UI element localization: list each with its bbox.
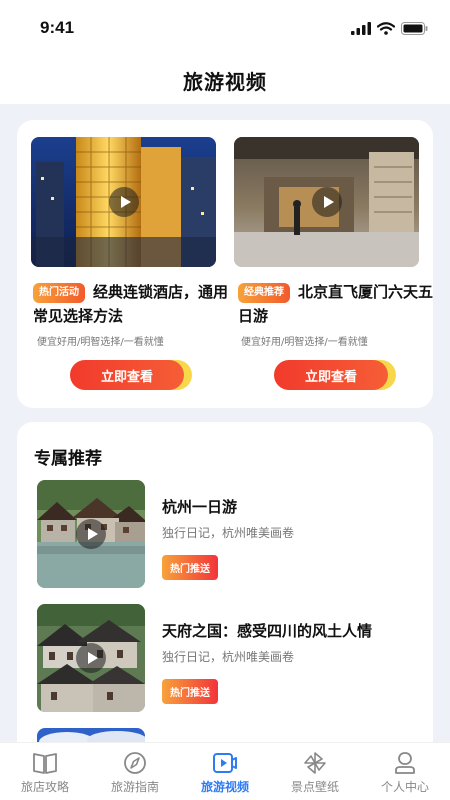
tab-hotel-guide[interactable]: 旅店攻略 (0, 743, 90, 800)
person-icon (395, 752, 415, 774)
wifi-icon (377, 21, 395, 35)
page-title: 旅游视频 (183, 69, 267, 94)
rec-title: 杭州一日游 (162, 498, 238, 516)
view-now-button-1-wrap: 立即查看 (70, 360, 192, 394)
tab-travel-guide[interactable]: 旅游指南 (90, 743, 180, 800)
pinwheel-icon (304, 752, 326, 774)
play-icon[interactable] (108, 187, 139, 217)
featured-video-lobby[interactable] (234, 137, 419, 267)
featured-title-1[interactable]: 热门活动 经典连锁酒店，通用常见选择方法 (33, 280, 228, 328)
classic-recommend-badge: 经典推荐 (238, 283, 290, 303)
play-icon[interactable] (76, 519, 106, 549)
view-now-button-2-wrap: 立即查看 (274, 360, 396, 394)
status-bar: 9:41 (0, 0, 450, 56)
hot-activity-badge: 热门活动 (33, 283, 85, 303)
list-item[interactable]: 天府之国：感受四川的风土人情 独行日记，杭州唯美画卷 热门推送 (37, 604, 417, 712)
rec-thumbnail[interactable] (37, 480, 145, 588)
featured-card: 热门活动 经典连锁酒店，通用常见选择方法 便宜好用/明智选择/一看就懂 立即查看 … (17, 120, 433, 408)
rec-thumbnail[interactable] (37, 604, 145, 712)
section-title: 专属推荐 (34, 449, 102, 469)
signal-icon (351, 21, 371, 35)
status-time: 9:41 (40, 18, 75, 37)
view-now-button[interactable]: 立即查看 (274, 360, 388, 390)
status-icons (351, 21, 428, 35)
compass-icon (124, 752, 146, 774)
tab-bar: 旅店攻略 旅游指南 旅游视频 景点壁纸 个人中心 (0, 742, 450, 800)
hot-push-badge: 热门推送 (162, 679, 218, 704)
featured-subtitle-1: 便宜好用/明智选择/一看就懂 (37, 337, 164, 348)
video-play-icon (213, 753, 237, 773)
play-icon[interactable] (76, 643, 106, 673)
rec-subtitle: 独行日记，杭州唯美画卷 (162, 526, 295, 540)
header: 旅游视频 (0, 56, 450, 104)
tab-profile[interactable]: 个人中心 (360, 743, 450, 800)
recommend-card: 专属推荐 杭州一日游 独行日记，杭州唯美画卷 热门推送 天府之国：感受四川的风土… (17, 422, 433, 762)
tab-scenic-wallpaper[interactable]: 景点壁纸 (270, 743, 360, 800)
hot-push-badge: 热门推送 (162, 555, 218, 580)
battery-icon (401, 21, 428, 35)
rec-subtitle: 独行日记，杭州唯美画卷 (162, 650, 295, 664)
view-now-button[interactable]: 立即查看 (70, 360, 184, 390)
featured-video-hotel[interactable] (31, 137, 216, 267)
tab-travel-video[interactable]: 旅游视频 (180, 743, 270, 800)
featured-subtitle-2: 便宜好用/明智选择/一看就懂 (241, 337, 368, 348)
play-icon[interactable] (311, 187, 342, 217)
rec-title: 天府之国：感受四川的风土人情 (162, 622, 373, 640)
list-item[interactable]: 杭州一日游 独行日记，杭州唯美画卷 热门推送 (37, 480, 417, 588)
book-icon (33, 753, 57, 774)
featured-title-2[interactable]: 经典推荐 北京直飞厦门六天五日游 (238, 280, 433, 328)
